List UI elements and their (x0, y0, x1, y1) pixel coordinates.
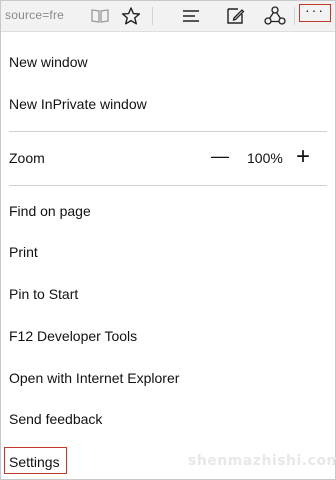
browser-toolbar: source=fre ··· (1, 1, 335, 32)
menu-item-print[interactable]: Print (9, 244, 38, 260)
zoom-in-button[interactable]: + (296, 143, 310, 171)
menu-item-new-inprivate-window[interactable]: New InPrivate window (9, 96, 147, 112)
favorite-star-icon[interactable] (119, 5, 143, 27)
menu-item-send-feedback[interactable]: Send feedback (9, 411, 102, 427)
more-actions-icon: ··· (305, 2, 325, 18)
toolbar-separator (152, 7, 153, 25)
zoom-label: Zoom (9, 150, 45, 166)
menu-item-find-on-page[interactable]: Find on page (9, 203, 91, 219)
menu-item-f12-developer-tools[interactable]: F12 Developer Tools (9, 328, 137, 344)
reading-view-icon[interactable] (88, 5, 112, 27)
zoom-level: 100% (247, 150, 283, 166)
menu-item-settings[interactable]: Settings (9, 454, 60, 470)
menu-item-pin-to-start[interactable]: Pin to Start (9, 286, 78, 302)
zoom-out-button[interactable]: — (211, 146, 229, 167)
edge-menu-window: source=fre ··· New window New InPrivate … (0, 0, 336, 480)
menu-divider (9, 185, 327, 186)
menu-item-new-window[interactable]: New window (9, 54, 88, 70)
menu-item-open-with-internet-explorer[interactable]: Open with Internet Explorer (9, 370, 179, 386)
watermark-text: shenmazhishi.com (188, 453, 336, 469)
address-bar-text[interactable]: source=fre (5, 8, 64, 22)
menu-divider (9, 131, 327, 132)
toolbar-separator (294, 7, 295, 25)
hub-icon[interactable] (179, 5, 203, 27)
share-icon[interactable] (263, 5, 287, 27)
more-actions-button[interactable]: ··· (299, 2, 331, 22)
web-note-icon[interactable] (223, 5, 247, 27)
